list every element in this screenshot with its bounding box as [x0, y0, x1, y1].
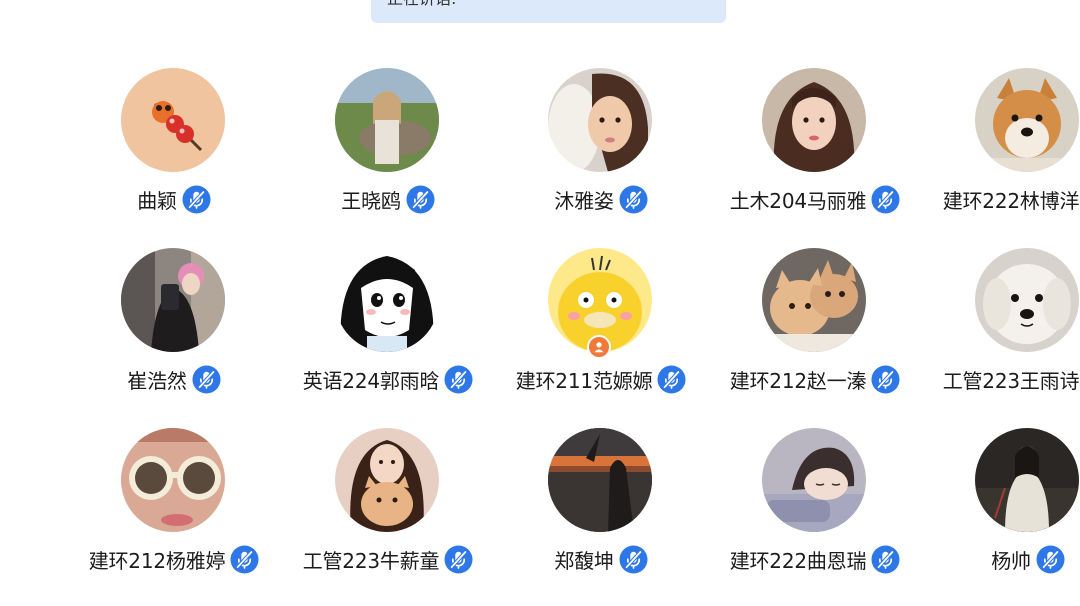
ancient-costume-avatar[interactable] — [975, 428, 1079, 532]
participant-tile[interactable]: 曲颖 — [67, 68, 281, 228]
participant-tile[interactable]: 沐雅姿 — [494, 68, 708, 228]
participant-name: 建环222曲恩瑞 — [729, 548, 867, 573]
grassland-photo-avatar[interactable] — [335, 68, 439, 172]
mic-muted-icon[interactable] — [871, 185, 900, 214]
sunset-photo-avatar[interactable] — [548, 428, 652, 532]
participant-name: 建环222林博洋 — [942, 188, 1080, 213]
participant-tile[interactable]: 崔浩然 — [67, 248, 281, 408]
participant-name: 郑馥坤 — [554, 548, 614, 573]
mic-muted-icon[interactable] — [444, 545, 473, 574]
participant-name: 建环212杨雅婷 — [88, 548, 226, 573]
participant-name: 杨帅 — [991, 548, 1031, 573]
participants-grid: 曲颖 王晓鸥 沐雅姿 土木204马丽雅 建环222林博洋 崔浩然 英语224郭雨… — [0, 0, 1080, 606]
participant-tile[interactable]: 建环211范嫄嫄 — [494, 248, 708, 408]
participant-tile[interactable]: 建环222林博洋 — [921, 68, 1080, 228]
participant-tile[interactable]: 郑馥坤 — [494, 428, 708, 588]
manga-girl-avatar[interactable] — [335, 248, 439, 352]
participant-tile[interactable]: 建环222曲恩瑞 — [708, 428, 922, 588]
participant-name: 工管223牛薪童 — [302, 548, 440, 573]
participant-name: 建环211范嫄嫄 — [515, 368, 653, 393]
mic-muted-icon[interactable] — [871, 365, 900, 394]
portrait-photo-avatar[interactable] — [762, 68, 866, 172]
participant-tile[interactable]: 建环212杨雅婷 — [67, 428, 281, 588]
participant-name: 崔浩然 — [127, 368, 187, 393]
participant-name: 土木204马丽雅 — [729, 188, 867, 213]
participant-tile[interactable]: 工管223王雨诗 — [921, 248, 1080, 408]
mic-muted-icon[interactable] — [182, 185, 211, 214]
participant-tile[interactable]: 土木204马丽雅 — [708, 68, 922, 228]
participant-name: 英语224郭雨晗 — [302, 368, 440, 393]
mic-muted-icon[interactable] — [406, 185, 435, 214]
mic-muted-icon[interactable] — [871, 545, 900, 574]
participant-name: 沐雅姿 — [554, 188, 614, 213]
girl-with-cat-avatar[interactable] — [335, 428, 439, 532]
white-dog-avatar[interactable] — [975, 248, 1079, 352]
child-photo-avatar[interactable] — [548, 68, 652, 172]
mic-muted-icon[interactable] — [619, 185, 648, 214]
participant-name: 建环212赵一溱 — [729, 368, 867, 393]
participant-tile[interactable]: 建环212赵一溱 — [708, 248, 922, 408]
participant-tile[interactable]: 杨帅 — [921, 428, 1080, 588]
tanghulu-avatar[interactable] — [121, 68, 225, 172]
participant-name: 王晓鸥 — [341, 188, 401, 213]
mic-muted-icon[interactable] — [230, 545, 259, 574]
dog-photo-avatar[interactable] — [975, 68, 1079, 172]
mic-muted-icon[interactable] — [1036, 545, 1065, 574]
mic-muted-icon[interactable] — [192, 365, 221, 394]
mic-muted-icon[interactable] — [444, 365, 473, 394]
participant-name: 曲颖 — [137, 188, 177, 213]
anime-boy-avatar[interactable] — [762, 428, 866, 532]
mic-muted-icon[interactable] — [619, 545, 648, 574]
host-badge-icon — [587, 335, 611, 359]
participant-tile[interactable]: 英语224郭雨晗 — [281, 248, 495, 408]
participant-tile[interactable]: 工管223牛薪童 — [281, 428, 495, 588]
sunglasses-photo-avatar[interactable] — [121, 428, 225, 532]
mic-muted-icon[interactable] — [657, 365, 686, 394]
kittens-photo-avatar[interactable] — [762, 248, 866, 352]
mirror-selfie-avatar[interactable] — [121, 248, 225, 352]
participant-name: 工管223王雨诗 — [942, 368, 1080, 393]
participant-tile[interactable]: 王晓鸥 — [281, 68, 495, 228]
